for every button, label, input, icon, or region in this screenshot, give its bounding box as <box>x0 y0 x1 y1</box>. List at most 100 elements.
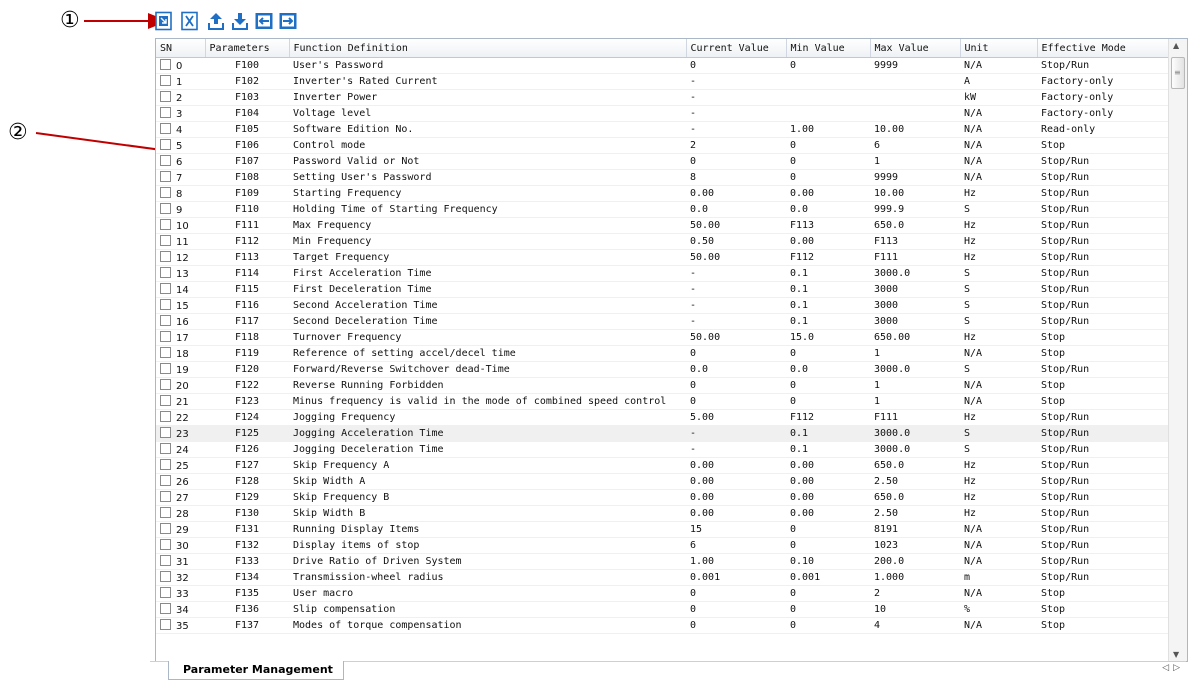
table-row[interactable]: 35 F137 Modes of torque compensation 0 0 4 N/A… <box>156 617 1168 634</box>
table-row[interactable]: 15 F116 Second Acceleration Time -0.1 3000 S S… <box>156 297 1168 314</box>
row-checkbox[interactable] <box>160 219 171 230</box>
table-row[interactable]: 8 F109 Starting Frequency 0.00 0.00 10.00 Hz St… <box>156 185 1168 202</box>
download-button[interactable] <box>230 11 250 31</box>
column-header-effective-mode[interactable]: Effective Mode <box>1037 39 1169 58</box>
table-row[interactable]: 26 F128 Skip Width A 0.00 0.00 2.50 Hz Stop/Run <box>156 473 1168 490</box>
scroll-down-icon[interactable]: ▼ <box>1173 650 1179 659</box>
table-row[interactable]: 14 F115 First Deceleration Time -0.1 3000 S St… <box>156 281 1168 298</box>
row-checkbox[interactable] <box>160 107 171 118</box>
table-row[interactable]: 3 F104 Voltage level - N/A Factory-only <box>156 105 1168 122</box>
row-checkbox[interactable] <box>160 251 171 262</box>
row-checkbox[interactable] <box>160 203 171 214</box>
row-checkbox[interactable] <box>160 139 171 150</box>
table-row[interactable]: 23 F125 Jogging Acceleration Time -0.1 3000.… <box>156 425 1168 442</box>
column-header-unit[interactable]: Unit <box>960 39 1038 58</box>
table-row[interactable]: 16 F117 Second Deceleration Time -0.1 3000 S S… <box>156 313 1168 330</box>
row-checkbox[interactable] <box>160 123 171 134</box>
table-row[interactable]: 21 F123 Minus frequency is valid in the mo… <box>156 393 1168 410</box>
table-row[interactable]: 6 F107 Password Valid or Not 0 0 1 N/A Stop/Run <box>156 153 1168 170</box>
table-row[interactable]: 20 F122 Reverse Running Forbidden 0 0 1 N/A Sto… <box>156 377 1168 394</box>
scrollbar-thumb[interactable]: ≡ <box>1171 57 1185 89</box>
function-definition-cell: First Deceleration Time <box>289 281 686 298</box>
row-checkbox[interactable] <box>160 539 171 550</box>
table-row[interactable]: 28 F130 Skip Width B 0.00 0.00 2.50 Hz Stop/Run <box>156 505 1168 522</box>
table-row[interactable]: 31 F133 Drive Ratio of Driven System 1.00 0.… <box>156 553 1168 570</box>
row-checkbox[interactable] <box>160 395 171 406</box>
table-row[interactable]: 33 F135 User macro 0 0 2 N/A Stop <box>156 585 1168 602</box>
table-row[interactable]: 25 F127 Skip Frequency A 0.00 0.00 650.0 Hz Sto… <box>156 457 1168 474</box>
row-checkbox[interactable] <box>160 411 171 422</box>
row-checkbox[interactable] <box>160 283 171 294</box>
table-row[interactable]: 12 F113 Target Frequency 50.00 F112 F111 Hz Sto… <box>156 249 1168 266</box>
row-checkbox[interactable] <box>160 347 171 358</box>
table-row[interactable]: 2 F103 Inverter Power - kW Factory-only <box>156 89 1168 106</box>
row-checkbox[interactable] <box>160 491 171 502</box>
vertical-scrollbar[interactable]: ▲ ≡ ▼ <box>1168 39 1187 661</box>
column-header-current-value[interactable]: Current Value <box>686 39 787 58</box>
table-row[interactable]: 22 F124 Jogging Frequency 5.00 F112 F111 Hz Sto… <box>156 409 1168 426</box>
row-checkbox[interactable] <box>160 267 171 278</box>
row-checkbox[interactable] <box>160 459 171 470</box>
clear-parameter-button[interactable] <box>180 11 200 31</box>
table-row[interactable]: 19 F120 Forward/Reverse Switchover dead-Ti… <box>156 361 1168 378</box>
table-row[interactable]: 13 F114 First Acceleration Time -0.1 3000.0 S… <box>156 265 1168 282</box>
table-row[interactable]: 30 F132 Display items of stop 6 0 1023 N/A Stop… <box>156 537 1168 554</box>
row-checkbox[interactable] <box>160 507 171 518</box>
column-header-function-definition[interactable]: Function Definition <box>289 39 687 58</box>
column-header-parameters[interactable]: Parameters <box>205 39 290 58</box>
row-checkbox[interactable] <box>160 299 171 310</box>
row-checkbox[interactable] <box>160 571 171 582</box>
table-row[interactable]: 29 F131 Running Display Items 15 0 8191 N/A Sto… <box>156 521 1168 538</box>
row-checkbox[interactable] <box>160 555 171 566</box>
row-checkbox[interactable] <box>160 427 171 438</box>
unit-cell: Hz <box>960 473 1037 490</box>
read-parameter-button[interactable] <box>154 11 174 31</box>
tab-parameter-management[interactable]: Parameter Management <box>168 661 344 680</box>
row-checkbox[interactable] <box>160 171 171 182</box>
unit-cell: Hz <box>960 233 1037 250</box>
sn-cell: 24 <box>156 441 205 458</box>
table-row[interactable]: 1 F102 Inverter's Rated Current - A Factory-o… <box>156 73 1168 90</box>
table-row[interactable]: 17 F118 Turnover Frequency 50.00 15.0 650.00 H… <box>156 329 1168 346</box>
export-button[interactable] <box>278 11 298 31</box>
table-row[interactable]: 0 F100 User's Password 0 0 9999 N/A Stop/Run <box>156 57 1168 74</box>
table-row[interactable]: 27 F129 Skip Frequency B 0.00 0.00 650.0 Hz Sto… <box>156 489 1168 506</box>
row-checkbox[interactable] <box>160 59 171 70</box>
scroll-up-icon[interactable]: ▲ <box>1173 41 1179 50</box>
import-button[interactable] <box>254 11 274 31</box>
table-row[interactable]: 10 F111 Max Frequency 50.00 F113 650.0 Hz Stop/… <box>156 217 1168 234</box>
column-header-sn[interactable]: SN <box>156 39 206 58</box>
parameter-cell: F107 <box>205 153 289 170</box>
row-checkbox[interactable] <box>160 331 171 342</box>
table-row[interactable]: 24 F126 Jogging Deceleration Time -0.1 3000.… <box>156 441 1168 458</box>
table-row[interactable]: 11 F112 Min Frequency 0.50 0.00 F113 Hz Stop/Ru… <box>156 233 1168 250</box>
row-checkbox[interactable] <box>160 91 171 102</box>
table-row[interactable]: 5 F106 Control mode 2 0 6 N/A Stop <box>156 137 1168 154</box>
current-value-cell: 0.001 <box>686 569 786 586</box>
row-checkbox[interactable] <box>160 187 171 198</box>
table-row[interactable]: 7 F108 Setting User's Password 8 0 9999 N/A Sto… <box>156 169 1168 186</box>
column-header-max-value[interactable]: Max Value <box>870 39 961 58</box>
row-checkbox[interactable] <box>160 603 171 614</box>
row-checkbox[interactable] <box>160 155 171 166</box>
tab-scroll-arrows[interactable]: ◁▷ <box>1162 663 1184 673</box>
row-checkbox[interactable] <box>160 315 171 326</box>
row-checkbox[interactable] <box>160 523 171 534</box>
row-checkbox[interactable] <box>160 619 171 630</box>
row-checkbox[interactable] <box>160 379 171 390</box>
table-row[interactable]: 4 F105 Software Edition No. -1.00 10.00 N/A Re… <box>156 121 1168 138</box>
row-checkbox[interactable] <box>160 475 171 486</box>
row-checkbox[interactable] <box>160 235 171 246</box>
effective-mode-cell: Stop/Run <box>1037 441 1168 458</box>
row-checkbox[interactable] <box>160 75 171 86</box>
row-checkbox[interactable] <box>160 587 171 598</box>
upload-button[interactable] <box>206 11 226 31</box>
table-row[interactable]: 34 F136 Slip compensation 0 0 10% Stop <box>156 601 1168 618</box>
column-header-min-value[interactable]: Min Value <box>786 39 871 58</box>
current-value-cell: 50.00 <box>686 217 786 234</box>
table-row[interactable]: 9 F110 Holding Time of Starting Frequency 0… <box>156 201 1168 218</box>
table-row[interactable]: 18 F119 Reference of setting accel/decel t… <box>156 345 1168 362</box>
table-row[interactable]: 32 F134 Transmission-wheel radius 0.001 0.00… <box>156 569 1168 586</box>
row-checkbox[interactable] <box>160 443 171 454</box>
row-checkbox[interactable] <box>160 363 171 374</box>
